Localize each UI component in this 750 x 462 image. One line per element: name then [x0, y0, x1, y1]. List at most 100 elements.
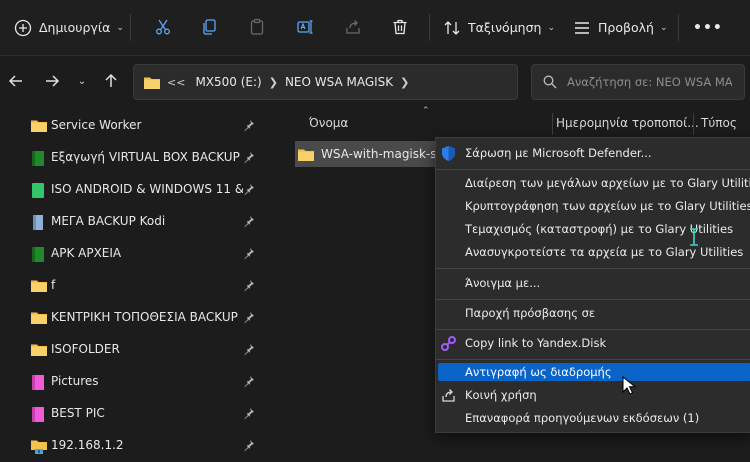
sidebar-item-label: Service Worker: [51, 118, 142, 132]
view-list-icon: [573, 19, 591, 37]
breadcrumb-drive[interactable]: MX500 (E:): [195, 75, 261, 89]
chevron-right-icon: ❯: [268, 75, 278, 89]
share-button[interactable]: [341, 15, 365, 39]
share-icon: [346, 20, 360, 34]
file-row-selected[interactable]: WSA-with-magisk-stal: [295, 141, 445, 167]
context-menu: Σάρωση με Microsoft Defender... Διαίρεση…: [435, 137, 750, 433]
menu-separator: [436, 268, 750, 269]
network-folder-icon: [30, 438, 48, 458]
breadcrumb-overflow[interactable]: <<: [167, 76, 185, 89]
column-divider[interactable]: [552, 113, 553, 135]
column-header-type[interactable]: Τύπος: [701, 108, 737, 138]
menu-item-open-with[interactable]: Άνοιγμα με...: [436, 272, 750, 295]
search-box[interactable]: [531, 64, 745, 100]
pin-icon: [243, 215, 255, 227]
up-button[interactable]: [99, 69, 123, 93]
menu-item-yandex[interactable]: Copy link to Yandex.Disk: [436, 332, 750, 355]
pin-icon: [243, 407, 255, 419]
recent-locations-button[interactable]: ⌄: [70, 69, 94, 93]
column-divider[interactable]: [693, 113, 694, 135]
menu-item-glary-shred[interactable]: Τεμαχισμός (καταστροφή) με το Glary Util…: [436, 218, 750, 241]
menu-item-copy-as-path[interactable]: Αντιγραφή ως διαδρομής: [438, 363, 750, 381]
arrow-left-icon: [8, 75, 22, 87]
pink-book-icon: [30, 374, 46, 394]
toolbar-divider: [429, 14, 430, 41]
sidebar-item[interactable]: f: [22, 270, 265, 302]
sort-icon: [443, 19, 461, 37]
pin-icon: [243, 119, 255, 131]
sidebar-item[interactable]: Service Worker: [22, 110, 265, 142]
pink-book-icon: [30, 406, 46, 426]
file-name: WSA-with-magisk-stal: [321, 147, 445, 161]
sidebar-item[interactable]: ISOFOLDER: [22, 334, 265, 366]
sidebar-item-label: Εξαγωγή VIRTUAL BOX BACKUP: [51, 150, 240, 164]
pin-icon: [243, 375, 255, 387]
copy-button[interactable]: [197, 15, 221, 39]
delete-button[interactable]: [388, 15, 412, 39]
text-cursor-icon: [689, 228, 699, 249]
search-icon: [543, 75, 557, 89]
paste-button[interactable]: [245, 15, 269, 39]
view-button[interactable]: Προβολή ⌄: [573, 0, 667, 55]
address-bar[interactable]: << MX500 (E:) ❯ NEO WSA MAGISK ❯: [133, 64, 518, 100]
blue-book-icon: [30, 214, 46, 234]
pin-icon: [243, 247, 255, 259]
plus-circle-icon: [14, 19, 32, 37]
chevron-down-icon: ⌄: [116, 22, 124, 33]
menu-item-glary-encrypt[interactable]: Κρυπτογράφηση των αρχείων με το Glary Ut…: [436, 195, 750, 218]
chevron-down-icon: ⌄: [547, 22, 555, 33]
sidebar-item[interactable]: BEST PIC: [22, 398, 265, 430]
back-button[interactable]: [4, 69, 28, 93]
sidebar-item-label: Pictures: [51, 374, 99, 388]
green-book-icon: [30, 246, 46, 266]
column-header-type-label: Τύπος: [701, 116, 737, 130]
column-header-date[interactable]: Ημερομηνία τροποποί...: [556, 108, 699, 138]
pin-icon: [243, 343, 255, 355]
menu-item-share[interactable]: Κοινή χρήση: [436, 384, 750, 407]
scissors-icon: [156, 19, 170, 35]
menu-item-restore-versions[interactable]: Επαναφορά προηγούμενων εκδόσεων (1): [436, 407, 750, 430]
sort-button-label: Ταξινόμηση: [468, 20, 542, 35]
sidebar-item[interactable]: ΜΕΓΑ BACKUP Kodi: [22, 206, 265, 238]
column-header-name-label: Όνομα: [309, 116, 349, 130]
navigation-pane: Service Worker Εξαγωγή VIRTUAL BOX BACKUP…: [0, 108, 270, 459]
menu-item-defender[interactable]: Σάρωση με Microsoft Defender...: [436, 142, 750, 165]
sidebar-item[interactable]: APK ΑΡΧΕΙΑ: [22, 238, 265, 270]
share-icon: [440, 387, 457, 404]
toolbar-divider: [678, 14, 679, 41]
navigation-bar: ⌄ << MX500 (E:) ❯ NEO WSA MAGISK ❯: [0, 56, 750, 108]
breadcrumb-folder[interactable]: NEO WSA MAGISK: [285, 75, 393, 89]
sidebar-item[interactable]: Pictures: [22, 366, 265, 398]
sidebar-item[interactable]: ΚΕΝΤΡΙΚΗ ΤΟΠΟΘΕΣΙΑ BACKUP: [22, 302, 265, 334]
menu-separator: [436, 299, 750, 300]
sidebar-item-label: BEST PIC: [51, 406, 105, 420]
cut-button[interactable]: [151, 15, 175, 39]
column-header-name[interactable]: Όνομα: [309, 108, 348, 138]
chevron-down-icon: ⌄: [659, 22, 668, 33]
toolbar-divider: [130, 14, 131, 41]
menu-item-glary-split[interactable]: Διαίρεση των μεγάλων αρχείων με το Glary…: [436, 172, 750, 195]
sidebar-item[interactable]: Εξαγωγή VIRTUAL BOX BACKUP: [22, 142, 265, 174]
defender-shield-icon: [440, 145, 457, 162]
sidebar-item-label: ISOFOLDER: [51, 342, 120, 356]
sort-button[interactable]: Ταξινόμηση ⌄: [443, 0, 555, 55]
sidebar-item[interactable]: ISO ANDROID & WINDOWS 11 & Ub: [22, 174, 265, 206]
arrow-up-icon: [105, 73, 117, 87]
column-header-date-label: Ημερομηνία τροποποί...: [556, 116, 699, 130]
sidebar-item-label: 192.168.1.2: [51, 438, 124, 452]
forward-button[interactable]: [40, 69, 64, 93]
pin-icon: [243, 311, 255, 323]
folder-icon: [30, 278, 48, 296]
more-options-button[interactable]: •••: [693, 0, 723, 55]
menu-item-give-access[interactable]: Παροχή πρόσβασης σε: [436, 302, 750, 325]
menu-separator: [436, 169, 750, 170]
trash-icon: [393, 19, 407, 35]
search-input[interactable]: [565, 74, 734, 90]
menu-item-glary-join[interactable]: Ανασυγκροτείστε τα αρχεία με το Glary Ut…: [436, 241, 750, 264]
folder-icon: [143, 75, 161, 90]
sidebar-item[interactable]: 192.168.1.2: [22, 430, 265, 462]
sidebar-item-label: APK ΑΡΧΕΙΑ: [51, 246, 122, 260]
sidebar-item-label: ΜΕΓΑ BACKUP Kodi: [51, 214, 166, 228]
rename-button[interactable]: [293, 15, 317, 39]
new-button[interactable]: Δημιουργία ⌄: [14, 0, 124, 55]
